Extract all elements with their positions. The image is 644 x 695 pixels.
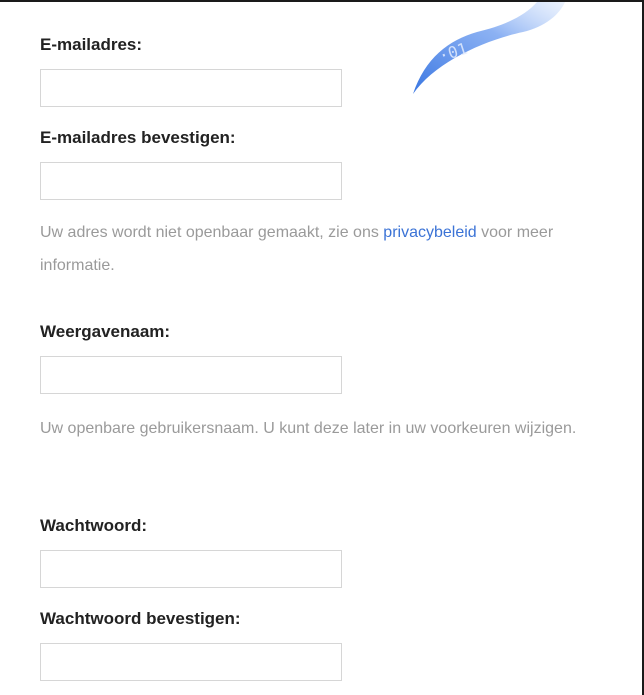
password-label: Wachtwoord: xyxy=(40,516,148,535)
email-label: E-mailadres: xyxy=(40,35,143,54)
email-help-text-start: Uw adres wordt niet openbaar gemaakt, zi… xyxy=(40,224,384,241)
email-confirm-label: E-mailadres bevestigen: xyxy=(40,128,236,147)
email-confirm-field[interactable] xyxy=(40,162,342,200)
display-name-field[interactable] xyxy=(40,356,342,394)
signup-form-panel: ·01 E-mailadres: E-mailadres bevestigen:… xyxy=(0,0,644,695)
email-help-text: Uw adres wordt niet openbaar gemaakt, zi… xyxy=(40,216,630,282)
display-name-help-text: Uw openbare gebruikersnaam. U kunt deze … xyxy=(40,420,577,437)
password-field[interactable] xyxy=(40,550,342,588)
display-name-label: Weergavenaam: xyxy=(40,322,171,341)
email-field[interactable] xyxy=(40,69,342,107)
password-confirm-label: Wachtwoord bevestigen: xyxy=(40,609,241,628)
decorative-swoosh-graphic: ·01 xyxy=(413,2,565,94)
swoosh-digits-decoration: ·01 xyxy=(436,39,469,66)
password-confirm-field[interactable] xyxy=(40,643,342,681)
privacy-policy-link[interactable]: privacybeleid xyxy=(383,224,476,241)
